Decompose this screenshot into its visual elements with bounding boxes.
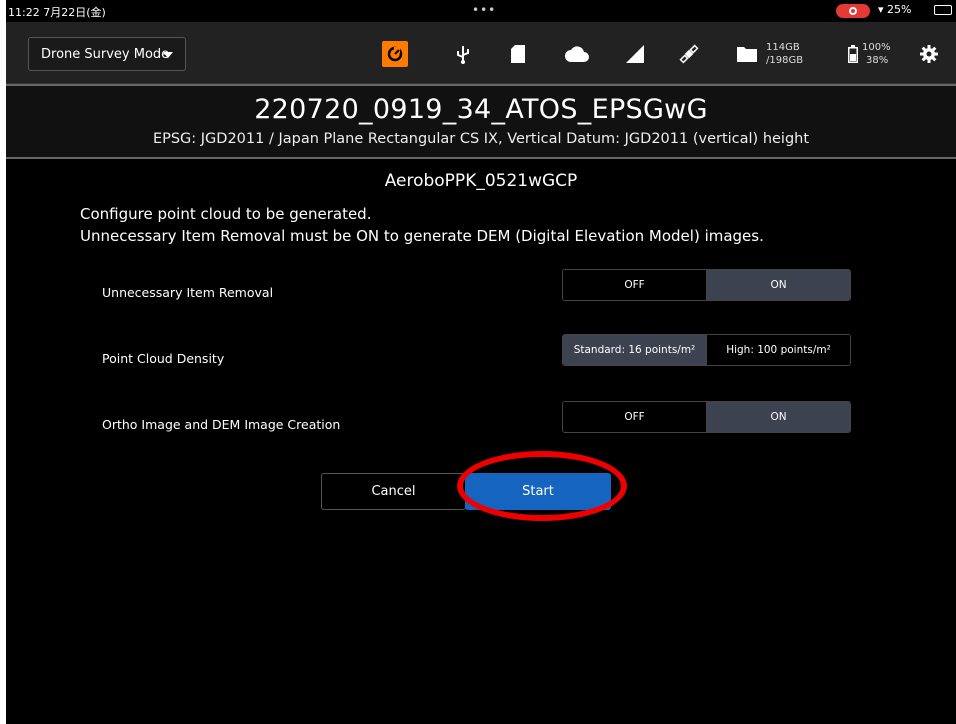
epsg-info: EPSG: JGD2011 / Japan Plane Rectangular … [152,131,810,147]
device-screen: 11:22 7月22日(金) ••• ▾ 25% Drone Survey Mo… [6,0,956,724]
folder-icon[interactable] [735,39,759,69]
cancel-button[interactable]: Cancel [321,473,466,510]
unnecessary-item-removal-on[interactable]: ON [706,270,850,300]
status-time: 11:22 7月22日(金) [8,6,106,19]
option-label-point-cloud-density: Point Cloud Density [102,351,225,366]
wifi-icon: ▾ [878,3,884,16]
signal-icon[interactable] [623,39,647,69]
power-top: 100% [862,42,891,53]
ortho-dem-off[interactable]: OFF [563,402,706,432]
app-logo-icon[interactable] [382,41,408,67]
project-header: 220720_0919_34_ATOS_EPSGwG EPSG: JGD2011… [6,84,956,159]
cloud-icon[interactable] [562,39,592,69]
power-readout: 100% 38% [862,41,891,67]
status-bar: 11:22 7月22日(金) ••• ▾ 25% [6,0,956,22]
start-button[interactable]: Start [465,473,611,510]
instruction-line-2: Unnecessary Item Removal must be ON to g… [80,227,764,245]
satellite-icon[interactable] [676,39,702,69]
ortho-dem-creation-toggle: OFF ON [562,401,851,433]
screen-record-icon [836,4,870,18]
point-cloud-config: AeroboPPK_0521wGCP Configure point cloud… [6,161,956,724]
project-title: 220720_0919_34_ATOS_EPSGwG [254,94,708,125]
mode-dropdown[interactable]: Drone Survey Mode [28,37,186,71]
instruction-line-1: Configure point cloud to be generated. [80,205,372,223]
chevron-down-icon [163,52,173,58]
mode-dropdown-label: Drone Survey Mode [41,47,170,62]
storage-readout: 114GB /198GB [766,41,803,67]
sd-card-icon[interactable] [506,39,530,69]
gear-icon[interactable] [918,39,940,69]
ortho-dem-on[interactable]: ON [706,402,850,432]
option-label-ortho-dem-creation: Ortho Image and DEM Image Creation [102,417,341,432]
unnecessary-item-removal-off[interactable]: OFF [563,270,706,300]
storage-total: /198GB [766,55,804,66]
unnecessary-item-removal-toggle: OFF ON [562,269,851,301]
status-battery-pct: 25% [887,3,912,16]
instructions: Configure point cloud to be generated. U… [80,203,764,247]
option-label-unnecessary-item-removal: Unnecessary Item Removal [102,285,274,300]
density-standard[interactable]: Standard: 16 points/m² [563,335,706,365]
usb-icon[interactable] [451,39,475,69]
density-high[interactable]: High: 100 points/m² [706,335,850,365]
app-toolbar: Drone Survey Mode 114GB /198GB 100% 38% [6,22,956,84]
storage-used: 114GB [766,42,800,53]
battery-icon [934,5,952,15]
multitask-dots[interactable]: ••• [472,3,496,17]
point-cloud-density-toggle: Standard: 16 points/m² High: 100 points/… [562,334,851,366]
power-bottom: 38% [866,55,889,66]
drone-battery-icon[interactable] [846,39,860,69]
dataset-name: AeroboPPK_0521wGCP [384,171,578,191]
status-icons: ▾ 25% [878,3,911,16]
